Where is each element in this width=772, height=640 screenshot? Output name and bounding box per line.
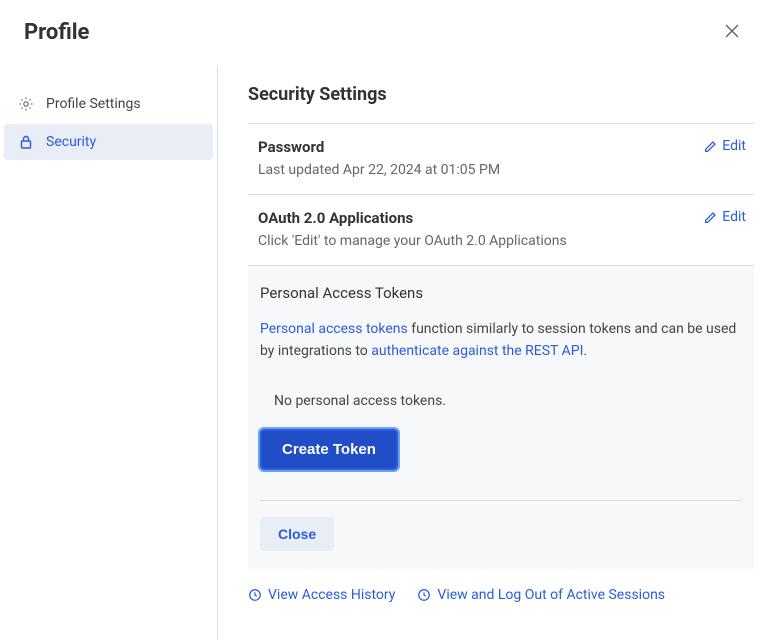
oauth-subtitle: Click 'Edit' to manage your OAuth 2.0 Ap…	[258, 233, 567, 249]
main-panel: Security Settings Password Last updated …	[218, 66, 772, 640]
view-access-history-link[interactable]: View Access History	[248, 587, 395, 603]
footer-link-label: View and Log Out of Active Sessions	[437, 587, 665, 603]
password-title: Password	[258, 138, 500, 156]
view-active-sessions-link[interactable]: View and Log Out of Active Sessions	[417, 587, 665, 603]
pat-title: Personal Access Tokens	[260, 284, 742, 302]
dialog-title: Profile	[24, 20, 89, 45]
clock-icon	[417, 588, 431, 602]
close-button[interactable]: Close	[260, 517, 334, 551]
sidebar-item-label: Security	[46, 134, 96, 150]
pat-section: Personal Access Tokens Personal access t…	[248, 265, 754, 569]
edit-label: Edit	[722, 209, 746, 225]
sidebar-item-security[interactable]: Security	[4, 124, 213, 160]
footer-links: View Access History View and Log Out of …	[248, 569, 754, 615]
lock-icon	[18, 134, 34, 150]
gear-icon	[18, 96, 34, 112]
pat-empty-message: No personal access tokens.	[260, 381, 742, 429]
oauth-section: OAuth 2.0 Applications Click 'Edit' to m…	[248, 194, 754, 265]
pencil-icon	[704, 140, 717, 153]
pat-link-api[interactable]: authenticate against the REST API	[371, 343, 583, 359]
close-icon[interactable]	[716, 18, 748, 46]
footer-link-label: View Access History	[268, 587, 395, 603]
password-subtitle: Last updated Apr 22, 2024 at 01:05 PM	[258, 162, 500, 178]
create-token-button[interactable]: Create Token	[260, 429, 398, 470]
pat-link-tokens[interactable]: Personal access tokens	[260, 321, 408, 337]
oauth-title: OAuth 2.0 Applications	[258, 209, 567, 227]
password-section: Password Last updated Apr 22, 2024 at 01…	[248, 123, 754, 194]
pat-desc-end: .	[583, 343, 587, 359]
pencil-icon	[704, 211, 717, 224]
clock-icon	[248, 588, 262, 602]
edit-label: Edit	[722, 138, 746, 154]
sidebar: Profile Settings Security	[0, 66, 218, 640]
sidebar-item-profile-settings[interactable]: Profile Settings	[4, 86, 213, 122]
divider	[260, 500, 742, 501]
pat-description: Personal access tokens function similarl…	[260, 318, 742, 363]
password-edit-button[interactable]: Edit	[704, 138, 754, 154]
page-title: Security Settings	[248, 84, 754, 105]
sidebar-item-label: Profile Settings	[46, 96, 141, 112]
oauth-edit-button[interactable]: Edit	[704, 209, 754, 225]
